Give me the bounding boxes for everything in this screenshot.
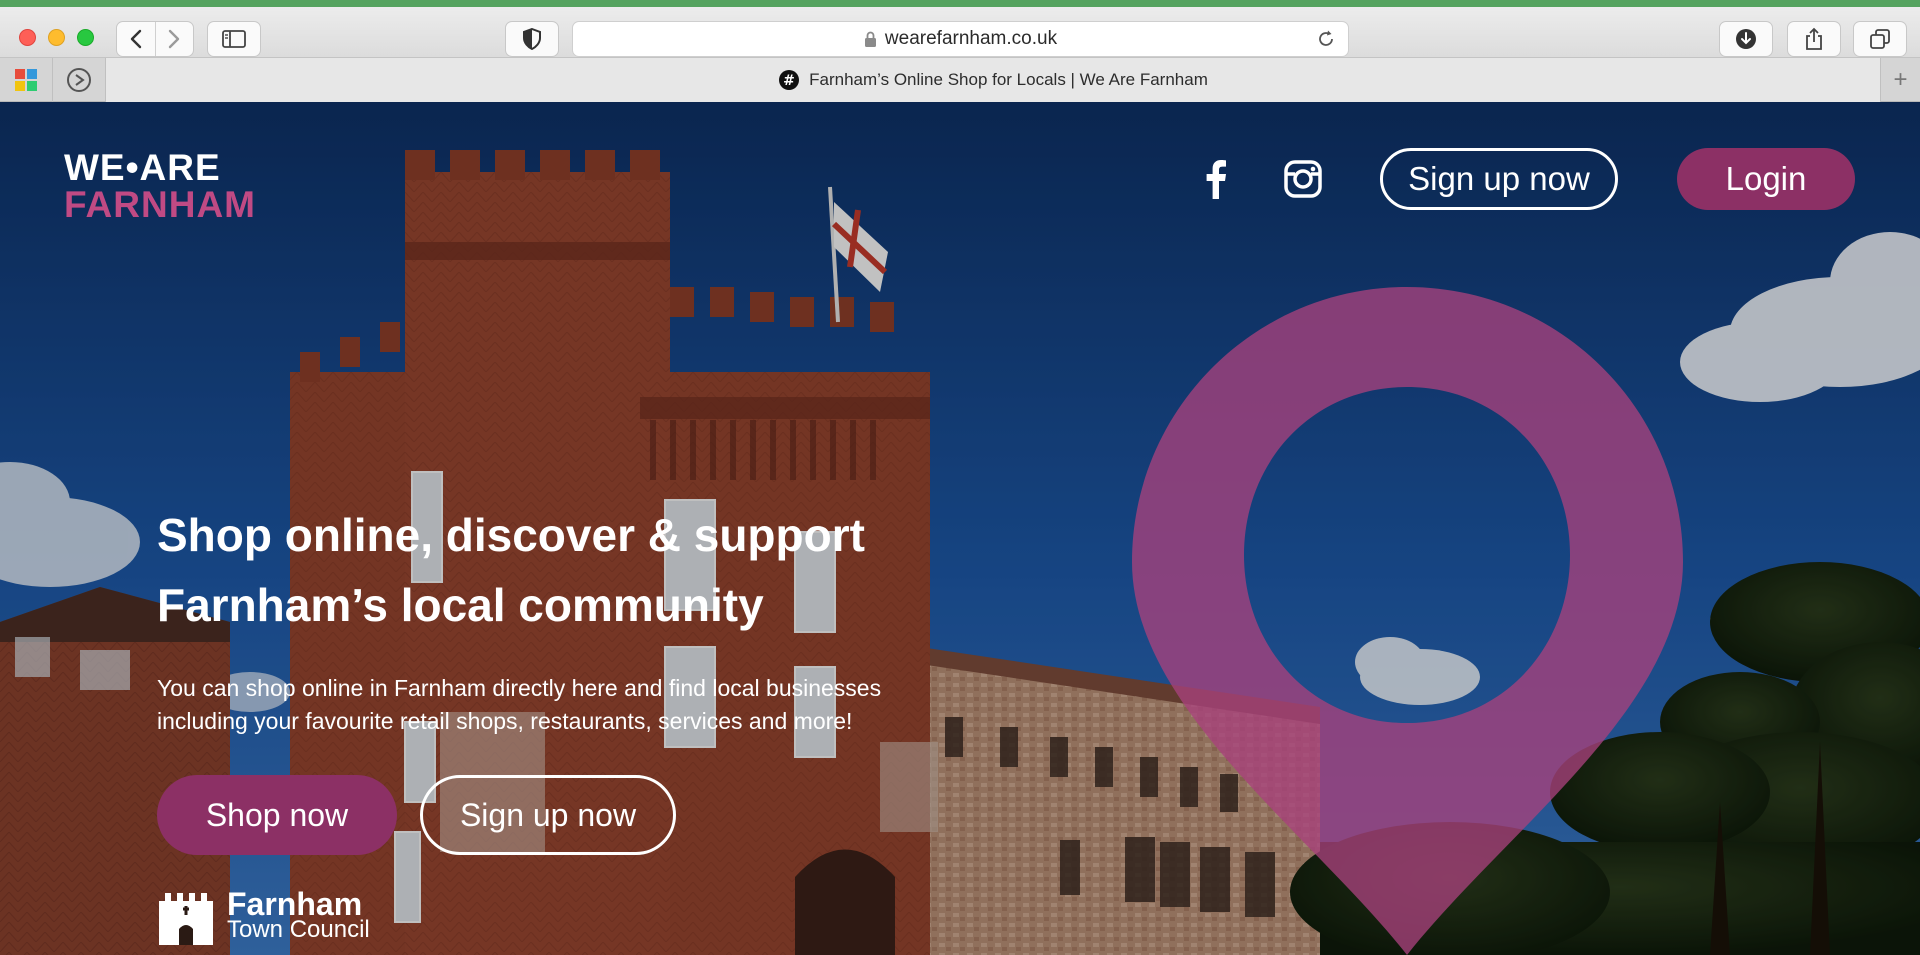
svg-text:#: # xyxy=(783,73,795,89)
hashtag-icon: # xyxy=(779,70,800,90)
active-tab[interactable]: # Farnham’s Online Shop for Locals | We … xyxy=(106,58,1880,102)
sidebar-icon xyxy=(222,30,246,48)
share-button[interactable] xyxy=(1787,21,1841,57)
hero-subtext: You can shop online in Farnham directly … xyxy=(157,672,937,738)
instagram-icon xyxy=(1284,160,1322,198)
compass-icon xyxy=(67,68,91,92)
url-text: wearefarnham.co.uk xyxy=(884,28,1058,49)
subtext-line-2: including your favourite retail shops, r… xyxy=(157,708,853,734)
hero-headline: Shop online, discover & support Farnham’… xyxy=(157,500,917,640)
pinned-tab-2[interactable] xyxy=(53,58,106,102)
address-bar[interactable]: wearefarnham.co.uk xyxy=(572,21,1349,57)
window-border xyxy=(0,0,1920,7)
reload-icon[interactable] xyxy=(1316,29,1336,49)
headline-line-1: Shop online, discover & support xyxy=(157,509,865,561)
minimize-window-button[interactable] xyxy=(48,29,65,46)
shop-now-button[interactable]: Shop now xyxy=(157,775,397,855)
tab-title: Farnham’s Online Shop for Locals | We Ar… xyxy=(809,70,1208,89)
privacy-report-button[interactable] xyxy=(505,21,559,57)
forward-button[interactable] xyxy=(154,22,193,56)
facebook-icon xyxy=(1206,160,1226,199)
pinned-tab-1[interactable] xyxy=(0,58,53,102)
forward-arrow-icon xyxy=(169,29,180,49)
council-subtitle: Town Council xyxy=(227,916,370,943)
castle-icon xyxy=(159,893,213,945)
tab-bar: # Farnham’s Online Shop for Locals | We … xyxy=(0,57,1920,102)
subtext-line-1: You can shop online in Farnham directly … xyxy=(157,675,882,701)
share-icon xyxy=(1806,27,1822,50)
web-page: WE•ARE FARNHAM Sign up now Login Shop on… xyxy=(0,102,1920,955)
shield-icon xyxy=(523,28,541,50)
site-logo[interactable]: WE•ARE FARNHAM xyxy=(64,147,264,227)
new-tab-button[interactable]: + xyxy=(1880,58,1920,102)
logo-text-we-are: WE•ARE xyxy=(64,147,221,188)
instagram-link[interactable] xyxy=(1280,154,1326,204)
tabs-icon xyxy=(1870,29,1890,49)
close-window-button[interactable] xyxy=(19,29,36,46)
colorful-grid-icon xyxy=(15,69,37,91)
login-button[interactable]: Login xyxy=(1677,148,1855,210)
town-council-logo[interactable]: Farnham Town Council xyxy=(157,887,370,947)
download-icon xyxy=(1736,29,1756,49)
header-signup-button[interactable]: Sign up now xyxy=(1380,148,1618,210)
headline-line-2: Farnham’s local community xyxy=(157,579,764,631)
sidebar-button[interactable] xyxy=(207,21,261,57)
tab-overview-button[interactable] xyxy=(1853,21,1907,57)
browser-toolbar: wearefarnham.co.uk xyxy=(0,7,1920,57)
hero-signup-button[interactable]: Sign up now xyxy=(420,775,676,855)
downloads-button[interactable] xyxy=(1719,21,1773,57)
logo-text-farnham: FARNHAM xyxy=(64,184,256,225)
back-button[interactable] xyxy=(117,22,155,56)
navigation-buttons xyxy=(116,21,194,57)
back-arrow-icon xyxy=(130,29,142,49)
zoom-window-button[interactable] xyxy=(77,29,94,46)
location-pin-icon xyxy=(1132,287,1683,955)
lock-icon xyxy=(864,31,876,47)
council-name: Farnham xyxy=(227,886,363,922)
facebook-link[interactable] xyxy=(1195,154,1237,204)
